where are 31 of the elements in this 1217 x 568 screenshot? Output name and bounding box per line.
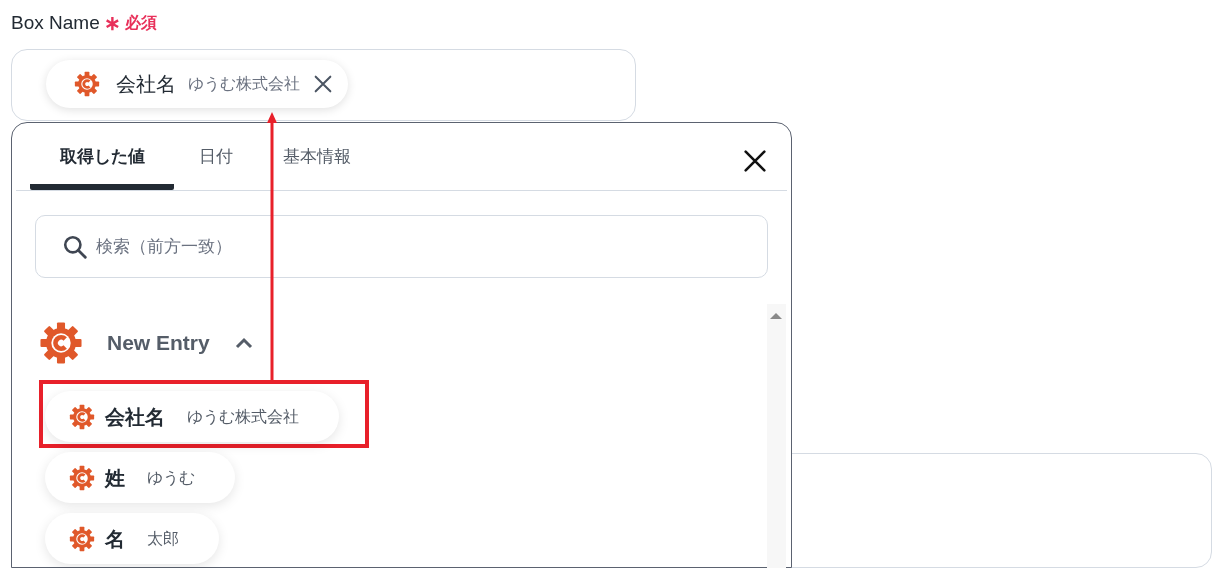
tab[interactable]: 基本情報 xyxy=(258,123,376,190)
chip-value: 太郎 xyxy=(147,528,179,549)
search-field[interactable]: 検索（前方一致） xyxy=(35,215,768,278)
field-label: Box Name xyxy=(11,10,100,35)
chip-value: ゆうむ株式会社 xyxy=(187,406,299,427)
gear-icon xyxy=(69,403,95,430)
tab[interactable]: 取得した値 xyxy=(30,123,174,190)
input-field[interactable]: 会社名 ゆうむ株式会社 xyxy=(11,49,636,121)
chip-value: ゆうむ xyxy=(147,467,195,488)
close-icon[interactable] xyxy=(312,73,334,95)
group-title: New Entry xyxy=(107,330,210,357)
required-mark: ∗ xyxy=(103,11,121,36)
gear-icon xyxy=(74,71,100,97)
value-chip[interactable]: 会社名 ゆうむ株式会社 xyxy=(45,391,339,442)
chip-value: ゆうむ株式会社 xyxy=(188,74,300,94)
gear-icon xyxy=(39,321,83,365)
chip-label: 会社名 xyxy=(116,72,176,97)
chevron-up-icon[interactable] xyxy=(233,336,254,350)
tab[interactable]: 日付 xyxy=(174,123,258,190)
gear-icon xyxy=(69,464,95,491)
chip-label: 姓 xyxy=(105,465,125,491)
scrollbar[interactable] xyxy=(767,304,786,568)
scroll-up-icon[interactable] xyxy=(770,312,782,320)
required-text: 必須 xyxy=(124,13,157,33)
gear-icon xyxy=(69,525,95,552)
chip-label: 名 xyxy=(105,526,125,552)
value-chip[interactable]: 姓 ゆうむ xyxy=(45,452,235,503)
value-chip[interactable]: 名 太郎 xyxy=(45,513,219,564)
search-icon xyxy=(62,234,88,260)
close-icon[interactable] xyxy=(741,147,769,175)
chip-label: 会社名 xyxy=(105,404,165,430)
